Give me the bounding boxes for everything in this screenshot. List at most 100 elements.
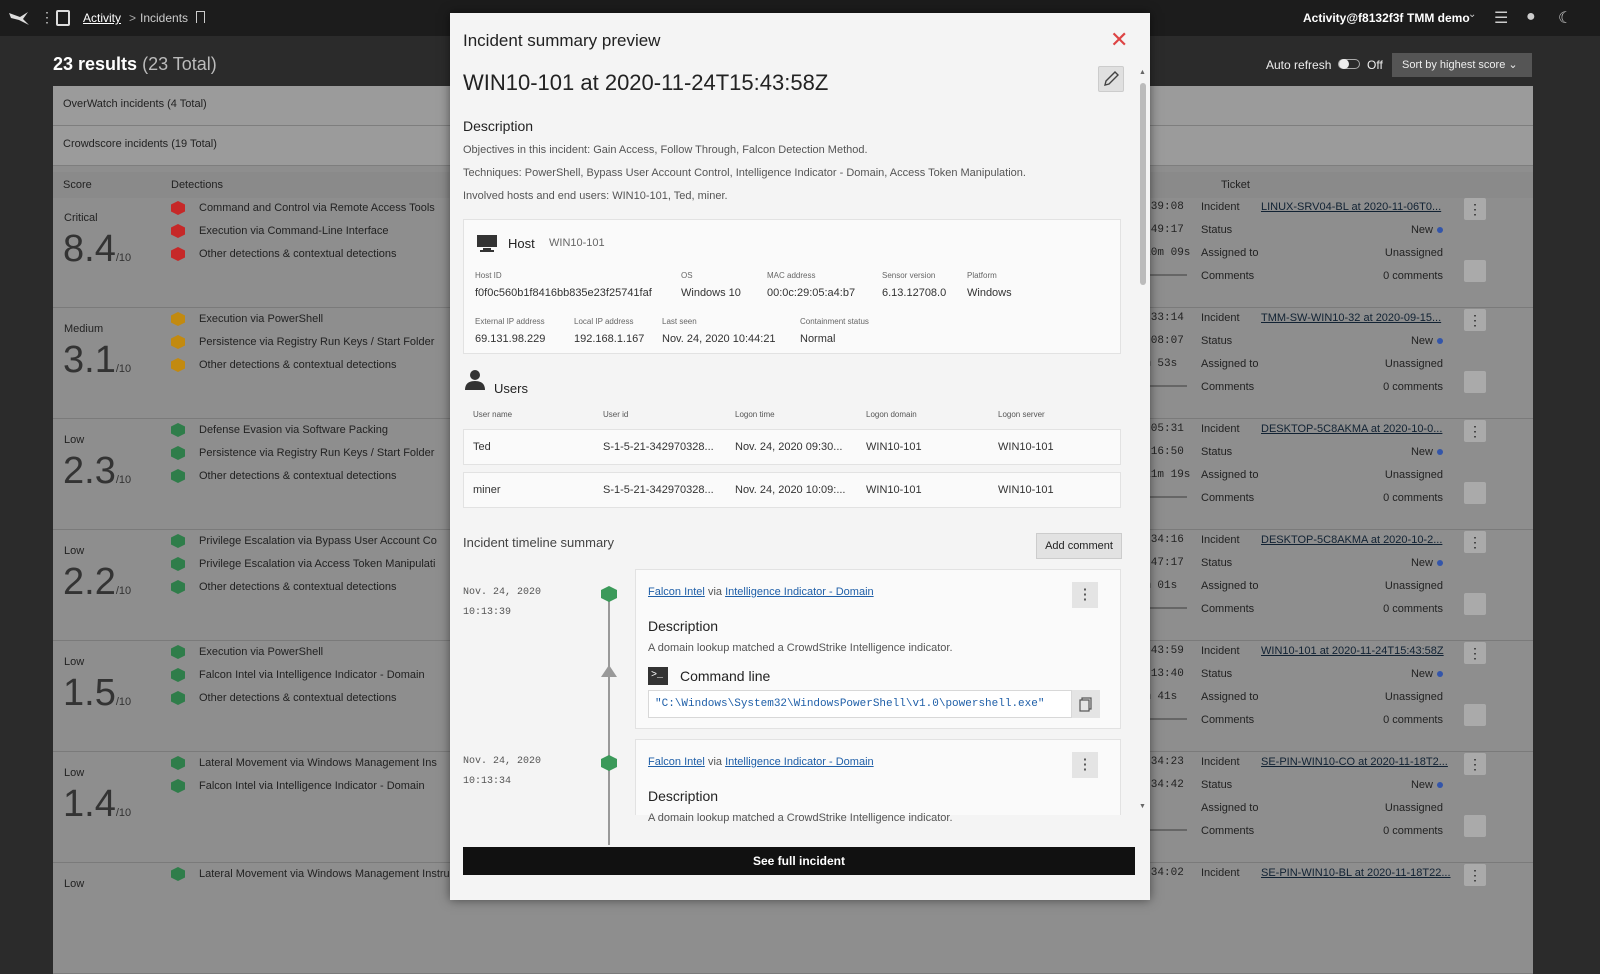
close-icon[interactable]: ✕ xyxy=(1110,27,1128,53)
more-vertical-icon[interactable]: ⋮ xyxy=(40,9,54,26)
person-icon[interactable]: ● xyxy=(1526,8,1536,26)
see-full-incident-button[interactable]: See full incident xyxy=(463,847,1135,875)
event-date: Nov. 24, 2020 xyxy=(463,756,542,767)
technique-link[interactable]: Intelligence Indicator - Domain xyxy=(725,756,874,768)
event-source: Falcon Intel via Intelligence Indicator … xyxy=(648,586,874,598)
platform-label: Platform xyxy=(967,271,997,280)
logon-domain: WIN10-101 xyxy=(866,441,922,453)
host-id-label: Host ID xyxy=(475,271,502,280)
sort-dropdown[interactable]: Sort by highest score ⌄ xyxy=(1392,53,1532,77)
technique-link[interactable]: Intelligence Indicator - Domain xyxy=(725,586,874,598)
crowdscore: 2.2/10 xyxy=(63,561,132,603)
expand-icon[interactable] xyxy=(1464,260,1486,282)
column-score[interactable]: Score xyxy=(63,179,92,191)
incident-link[interactable]: SE-PIN-WIN10-CO at 2020-11-18T2... xyxy=(1261,756,1451,768)
event-description-heading: Description xyxy=(648,788,719,804)
event-menu-button[interactable]: ⋮ xyxy=(1072,582,1098,608)
assigned-label: Assigned to xyxy=(1201,802,1259,814)
edit-button[interactable] xyxy=(1098,66,1124,92)
add-comment-button[interactable]: Add comment xyxy=(1036,533,1122,559)
column-ticket[interactable]: Ticket xyxy=(1221,179,1250,191)
row-menu-button[interactable]: ⋮ xyxy=(1464,864,1486,886)
host-card: Host WIN10-101 Host ID f0f0c560b1f8416bb… xyxy=(463,219,1121,354)
servers-icon[interactable]: ☰ xyxy=(1494,8,1508,28)
mac-label: MAC address xyxy=(767,271,816,280)
row-menu-button[interactable]: ⋮ xyxy=(1464,309,1486,331)
expand-icon[interactable] xyxy=(1464,593,1486,615)
source-link[interactable]: Falcon Intel xyxy=(648,756,705,768)
user-row[interactable]: Ted S-1-5-21-342970328... Nov. 24, 2020 … xyxy=(463,429,1121,465)
auto-refresh-toggle[interactable] xyxy=(1338,59,1360,69)
incident-link[interactable]: WIN10-101 at 2020-11-24T15:43:58Z xyxy=(1261,645,1451,657)
detection-hex-icon xyxy=(171,312,185,326)
breadcrumb-activity[interactable]: Activity xyxy=(83,11,121,25)
detection-item: Lateral Movement via Windows Management … xyxy=(171,867,451,881)
detection-item: Other detections & contextual detections xyxy=(171,469,451,483)
copy-button[interactable] xyxy=(1072,690,1100,718)
comments-value: 0 comments xyxy=(1383,714,1443,726)
breadcrumb-separator: > xyxy=(129,11,137,25)
comments-value: 0 comments xyxy=(1383,825,1443,837)
row-menu-button[interactable]: ⋮ xyxy=(1464,531,1486,553)
detection-hex-icon xyxy=(601,586,617,602)
expand-icon[interactable] xyxy=(1464,815,1486,837)
incident-link[interactable]: DESKTOP-5C8AKMA at 2020-10-2... xyxy=(1261,534,1451,546)
timeline-heading: Incident timeline summary xyxy=(463,535,614,550)
scroll-down-icon[interactable]: ▼ xyxy=(1139,803,1146,810)
expand-icon[interactable] xyxy=(1464,371,1486,393)
incident-link[interactable]: SE-PIN-WIN10-BL at 2020-11-18T22... xyxy=(1261,867,1451,879)
modal-scrollbar[interactable]: ▲ ▼ xyxy=(1138,69,1148,815)
status-dot-icon xyxy=(1437,449,1443,455)
detection-hex-icon xyxy=(171,201,185,215)
user-row[interactable]: miner S-1-5-21-342970328... Nov. 24, 202… xyxy=(463,472,1121,508)
expand-icon[interactable] xyxy=(1464,704,1486,726)
host-name: WIN10-101 xyxy=(549,237,605,249)
expand-icon[interactable] xyxy=(1464,482,1486,504)
incident-label: Incident xyxy=(1201,423,1240,435)
comments-value: 0 comments xyxy=(1383,381,1443,393)
status-label: Status xyxy=(1201,668,1233,680)
incident-link[interactable]: DESKTOP-5C8AKMA at 2020-10-0... xyxy=(1261,423,1451,435)
row-menu-button[interactable]: ⋮ xyxy=(1464,642,1486,664)
source-link[interactable]: Falcon Intel xyxy=(648,586,705,598)
comments-label: Comments xyxy=(1201,825,1255,837)
tenant-selector[interactable]: TMM demo xyxy=(1407,11,1470,25)
comments-label: Comments xyxy=(1201,714,1255,726)
event-timestamp: Nov. 24, 2020 10:13:34 xyxy=(463,752,541,792)
external-ip-label: External IP address xyxy=(475,317,545,326)
status-label: Status xyxy=(1201,557,1233,569)
incident-label: Incident xyxy=(1201,756,1240,768)
users-col-time: Logon time xyxy=(735,410,775,419)
row-menu-button[interactable]: ⋮ xyxy=(1464,753,1486,775)
incident-link[interactable]: LINUX-SRV04-BL at 2020-11-06T0... xyxy=(1261,201,1451,213)
status-value: New xyxy=(1411,668,1443,680)
moon-icon[interactable]: ☾ xyxy=(1558,8,1572,28)
comments-label: Comments xyxy=(1201,381,1255,393)
bookmark-icon[interactable] xyxy=(196,11,205,23)
user-account[interactable]: Activity@f8132f3f xyxy=(1303,11,1403,25)
row-menu-button[interactable]: ⋮ xyxy=(1464,420,1486,442)
comments-value: 0 comments xyxy=(1383,603,1443,615)
incident-label: Incident xyxy=(1201,312,1240,324)
timeline-event-card: Falcon Intel via Intelligence Indicator … xyxy=(635,739,1121,824)
incident-link[interactable]: TMM-SW-WIN10-32 at 2020-09-15... xyxy=(1261,312,1451,324)
status-dot-icon xyxy=(1437,671,1443,677)
comments-label: Comments xyxy=(1201,492,1255,504)
detection-item: Falcon Intel via Intelligence Indicator … xyxy=(171,668,451,682)
menu-icon[interactable] xyxy=(56,10,70,26)
severity-label: Medium xyxy=(64,323,104,335)
chevron-down-icon[interactable]: ⌄ xyxy=(1468,9,1476,20)
logon-server: WIN10-101 xyxy=(998,484,1054,496)
crowdscore: 1.4/10 xyxy=(63,783,132,825)
column-detections[interactable]: Detections xyxy=(171,179,223,191)
status-label: Status xyxy=(1201,335,1233,347)
event-menu-button[interactable]: ⋮ xyxy=(1072,752,1098,778)
command-line-value[interactable]: "C:\Windows\System32\WindowsPowerShell\v… xyxy=(648,690,1072,718)
scroll-thumb[interactable] xyxy=(1140,83,1146,285)
scroll-up-icon[interactable]: ▲ xyxy=(1139,69,1146,76)
detection-hex-icon xyxy=(171,668,185,682)
row-menu-button[interactable]: ⋮ xyxy=(1464,198,1486,220)
crowdscore: 8.4/10 xyxy=(63,228,132,270)
falcon-logo-icon[interactable] xyxy=(8,9,30,27)
detection-item: Privilege Escalation via Access Token Ma… xyxy=(171,557,451,571)
